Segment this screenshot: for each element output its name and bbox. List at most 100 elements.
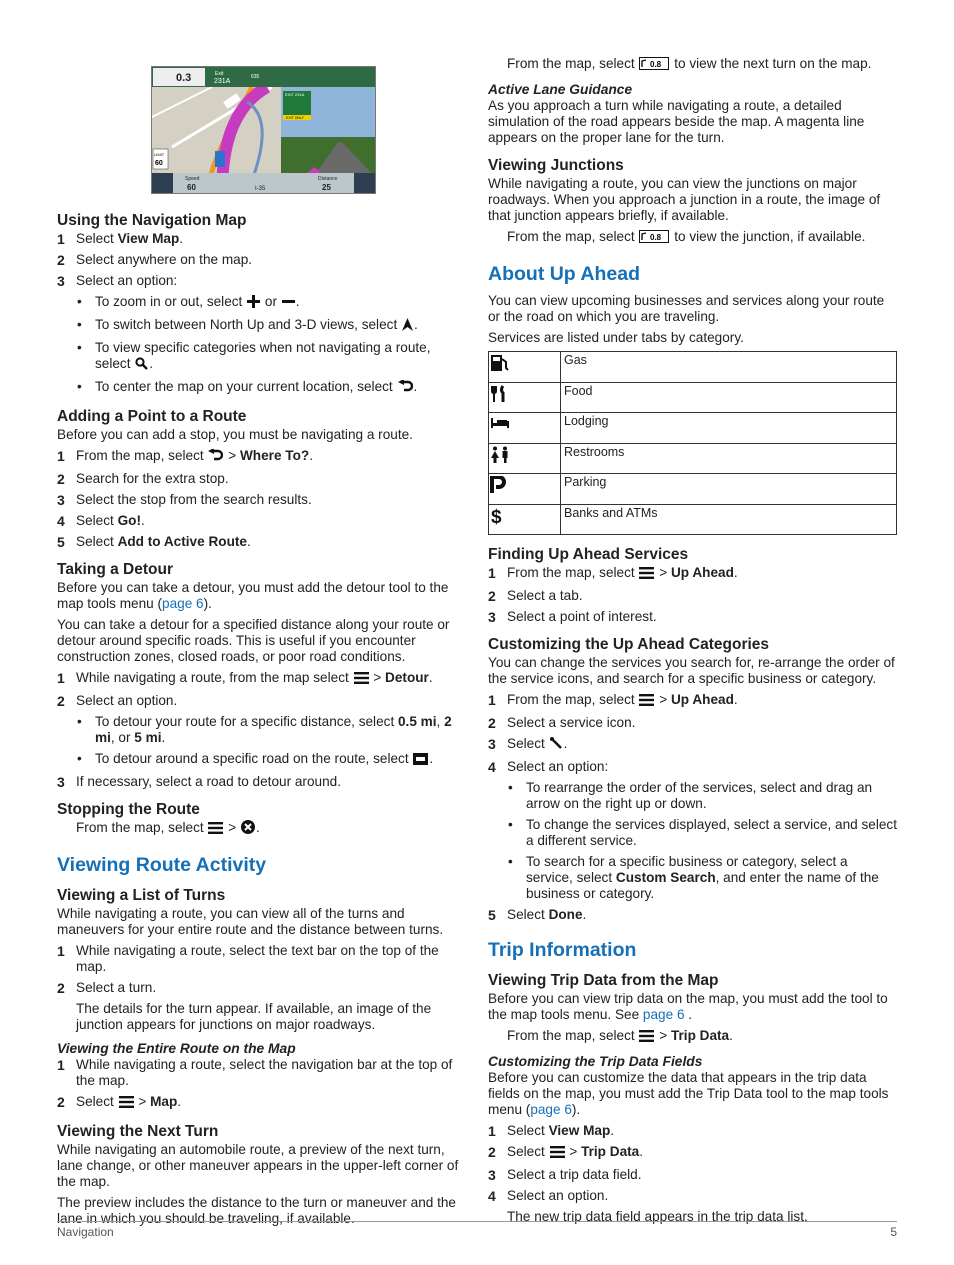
speed-value: 60 bbox=[187, 183, 196, 192]
category-icon-cell bbox=[488, 351, 561, 383]
text: Select a trip data field. bbox=[507, 1167, 642, 1182]
menu-icon bbox=[639, 1030, 655, 1046]
section-title: Viewing Route Activity bbox=[57, 854, 467, 876]
numbered-step: 1 From the map, select > Up Ahead. bbox=[488, 692, 898, 710]
step-number: 2 bbox=[488, 1144, 496, 1160]
numbered-step: 2 Select a tab. bbox=[488, 588, 898, 604]
text: Stopping the Route bbox=[57, 801, 200, 818]
back-button bbox=[152, 173, 173, 193]
text: Before you can add a stop, you must be n… bbox=[57, 427, 413, 442]
category-label: Lodging bbox=[560, 412, 897, 444]
menu-icon bbox=[639, 567, 655, 583]
menu-icon bbox=[549, 1146, 565, 1162]
right-column: From the map, select 0.8 to view the nex… bbox=[488, 56, 898, 1230]
section-title: About Up Ahead bbox=[488, 263, 898, 285]
text: . bbox=[733, 692, 738, 707]
step-number: 2 bbox=[57, 252, 65, 268]
text: ). bbox=[203, 596, 212, 611]
distance-value: 25 bbox=[322, 183, 331, 192]
wrench-icon bbox=[549, 737, 563, 754]
text: Services are listed under tabs by catego… bbox=[488, 330, 744, 345]
text: Select anywhere on the map. bbox=[76, 252, 253, 267]
bullet-item: • To center the map on your current locat… bbox=[57, 379, 467, 397]
bold-term: Done bbox=[548, 907, 583, 922]
subsection-heading: Viewing Junctions bbox=[488, 157, 898, 175]
text: . bbox=[177, 1094, 182, 1109]
paragraph: Before you can customize the data that a… bbox=[488, 1070, 898, 1118]
text: Select a service icon. bbox=[507, 715, 636, 730]
bold-term: Up Ahead bbox=[670, 565, 734, 580]
numbered-step: 5 Select Add to Active Route. bbox=[57, 534, 467, 550]
step-number: 3 bbox=[57, 774, 65, 790]
up-ahead-categories-table: Gas Food Lodging Restrooms Parking $ Banks and… bbox=[488, 351, 897, 535]
text: Taking a Detour bbox=[57, 561, 173, 578]
text: or bbox=[261, 294, 281, 309]
sign-text: EXIT 231A bbox=[285, 92, 305, 97]
paragraph: The preview includes the distance to the… bbox=[57, 1195, 467, 1227]
bullet-dot: • bbox=[77, 340, 82, 355]
text: . bbox=[729, 1028, 733, 1043]
shield-number: 635 bbox=[251, 74, 260, 80]
text: To zoom in or out, select bbox=[95, 294, 247, 309]
numbered-step: 4 Select Go!. bbox=[57, 513, 467, 529]
text: > bbox=[134, 1094, 151, 1109]
paragraph: Before you can take a detour, you must a… bbox=[57, 580, 467, 612]
text: To center the map on your current locati… bbox=[95, 379, 397, 394]
text: Select bbox=[507, 736, 549, 751]
dollar-icon: $ bbox=[490, 507, 506, 528]
text: . bbox=[161, 730, 166, 745]
step-number: 4 bbox=[488, 759, 496, 775]
text: Select the stop from the search results. bbox=[76, 492, 312, 507]
menu-icon bbox=[208, 822, 224, 838]
bold-term: Map bbox=[150, 1094, 178, 1109]
subsection-heading: Adding a Point to a Route bbox=[57, 408, 467, 426]
section-title: Trip Information bbox=[488, 939, 898, 961]
text: , or bbox=[110, 730, 135, 745]
numbered-step: 2 Select > Map. bbox=[57, 1094, 467, 1112]
text: . bbox=[428, 670, 433, 685]
bullet-dot: • bbox=[77, 379, 82, 394]
bullet-dot: • bbox=[508, 854, 513, 869]
page-link[interactable]: page 6 bbox=[530, 1102, 572, 1117]
subsection-heading: Using the Navigation Map bbox=[57, 212, 467, 230]
paragraph: While navigating a route, you can view t… bbox=[488, 176, 898, 224]
subsection-heading: Viewing Trip Data from the Map bbox=[488, 972, 898, 990]
text: > bbox=[655, 1028, 671, 1043]
text: To switch between North Up and 3-D views… bbox=[95, 317, 401, 332]
step-number: 3 bbox=[488, 736, 496, 752]
bullet-dot: • bbox=[508, 817, 513, 832]
text: . bbox=[639, 1144, 644, 1159]
text: To rearrange the order of the services, … bbox=[526, 780, 873, 811]
road-name: I-35 bbox=[255, 186, 266, 192]
text: . bbox=[255, 820, 260, 835]
numbered-step: 1 While navigating a route, select the te… bbox=[57, 943, 467, 975]
text: > bbox=[224, 448, 240, 463]
category-row: Restrooms bbox=[488, 442, 897, 474]
text: While navigating a route, you can view a… bbox=[57, 906, 444, 937]
text: Select a turn. bbox=[76, 980, 157, 995]
category-row: Lodging bbox=[488, 412, 897, 444]
category-icon-cell bbox=[488, 412, 561, 444]
sub-subsection-heading: Viewing the Entire Route on the Map bbox=[57, 1041, 467, 1057]
step-number: 1 bbox=[57, 943, 65, 959]
category-row: Food bbox=[488, 381, 897, 413]
text: Viewing the Entire Route on the Map bbox=[57, 1041, 296, 1056]
paragraph: You can change the services you search f… bbox=[488, 655, 898, 687]
bold-term: View Map bbox=[117, 231, 180, 246]
text: . bbox=[733, 565, 738, 580]
text: . bbox=[246, 534, 251, 549]
text: Select an option. bbox=[507, 1188, 609, 1203]
page-link[interactable]: page 6 bbox=[162, 596, 204, 611]
exit-number: 231A bbox=[214, 78, 231, 85]
text: From the map, select bbox=[507, 692, 639, 707]
bold-term: 0.5 mi bbox=[398, 714, 437, 729]
menu-icon bbox=[353, 672, 369, 688]
text: The details for the turn appear. If avai… bbox=[76, 1001, 432, 1032]
turn-distance: 0.3 bbox=[176, 72, 191, 84]
step-number: 4 bbox=[488, 1188, 496, 1204]
step-number: 1 bbox=[488, 565, 496, 581]
page-link[interactable]: page 6 bbox=[643, 1007, 685, 1022]
paragraph: As you approach a turn while navigating … bbox=[488, 98, 898, 146]
left-column: Using the Navigation Map 1 Select View Map… bbox=[57, 212, 467, 1232]
bullet-item: • To detour around a specific road on the… bbox=[57, 751, 467, 769]
